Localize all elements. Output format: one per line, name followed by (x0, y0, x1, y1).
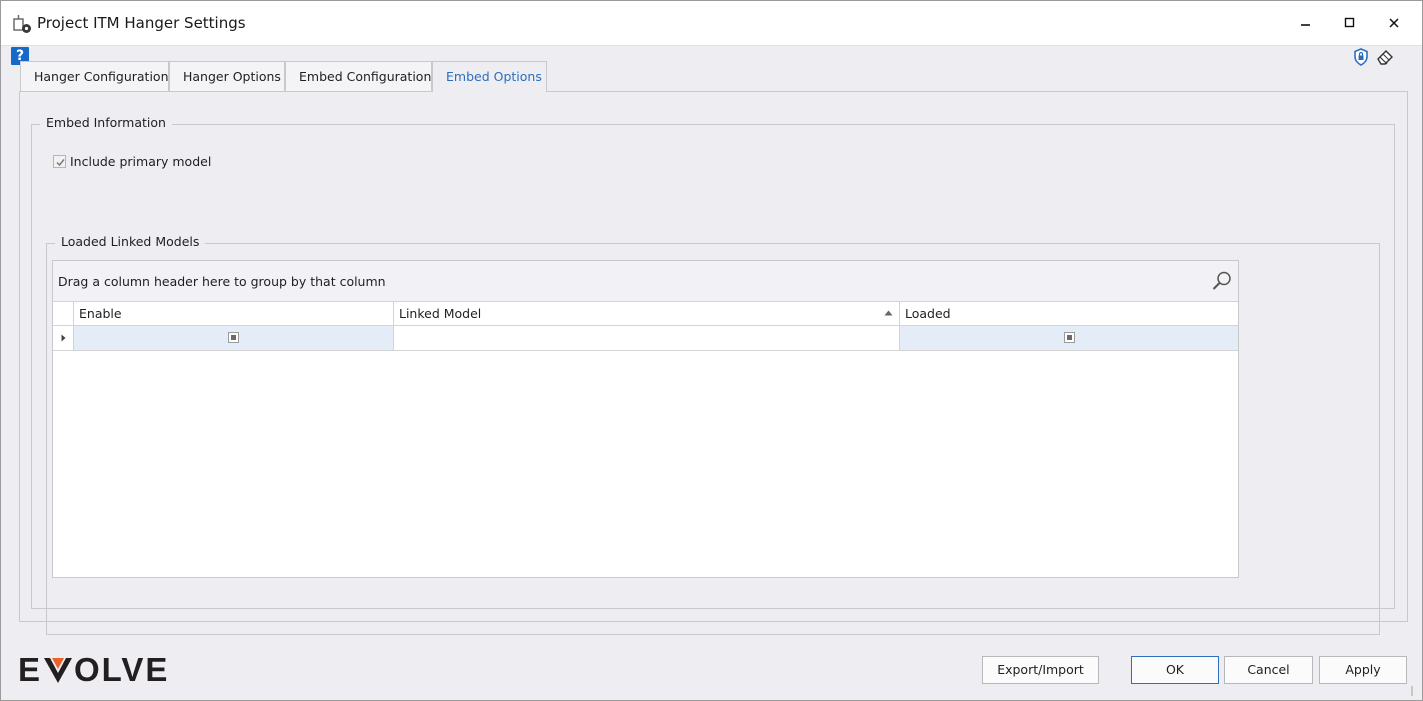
table-row[interactable] (53, 326, 1238, 351)
maximize-button[interactable] (1335, 9, 1365, 37)
group-panel-hint: Drag a column header here to group by th… (58, 274, 386, 289)
linked-model-cell[interactable] (394, 326, 900, 350)
row-indicator-header (53, 302, 74, 326)
export-import-button[interactable]: Export/Import (982, 656, 1099, 684)
column-header-linked-model[interactable]: Linked Model (394, 302, 900, 326)
row-indicator-cell[interactable] (53, 326, 74, 350)
settings-window: Project ITM Hanger Settings ? Hanger Con… (0, 0, 1423, 701)
app-settings-icon (13, 15, 31, 33)
close-icon (1389, 18, 1399, 28)
eraser-icon[interactable] (1375, 48, 1395, 66)
embed-information-group: Embed Information Include primary model … (31, 115, 1395, 635)
linked-models-grid: Drag a column header here to group by th… (52, 260, 1239, 578)
minimize-icon (1301, 24, 1310, 26)
column-header-linked-model-label: Linked Model (399, 306, 482, 321)
window-title: Project ITM Hanger Settings (37, 14, 246, 32)
column-header-enable[interactable]: Enable (74, 302, 394, 326)
enable-cell[interactable] (74, 326, 394, 350)
minimize-button[interactable] (1291, 9, 1321, 37)
include-primary-model-label: Include primary model (70, 153, 212, 169)
column-header-loaded[interactable]: Loaded (900, 302, 1238, 326)
logo-text-left: E (18, 651, 43, 688)
loaded-linked-models-group: Loaded Linked Models Drag a column heade… (46, 234, 1380, 635)
evolve-logo: E OLVE (18, 651, 170, 688)
include-primary-model-check[interactable] (53, 154, 66, 168)
include-primary-model-checkbox[interactable]: Include primary model (53, 153, 211, 169)
size-grip-icon[interactable] (1409, 685, 1421, 697)
loaded-checkbox[interactable] (1064, 332, 1075, 343)
title-bar: Project ITM Hanger Settings (1, 1, 1422, 46)
shield-icon[interactable] (1353, 48, 1369, 66)
tab-embed-configuration[interactable]: Embed Configuration (285, 61, 432, 91)
sort-ascending-icon (884, 310, 893, 316)
row-indicator-icon (61, 334, 66, 342)
ok-button[interactable]: OK (1131, 656, 1219, 684)
search-icon[interactable] (1211, 270, 1233, 292)
loaded-cell[interactable] (900, 326, 1238, 350)
cancel-button[interactable]: Cancel (1224, 656, 1313, 684)
tab-embed-options[interactable]: Embed Options (432, 61, 547, 92)
apply-button[interactable]: Apply (1319, 656, 1407, 684)
close-button[interactable] (1379, 9, 1409, 37)
enable-checkbox[interactable] (228, 332, 239, 343)
embed-information-title: Embed Information (40, 115, 172, 130)
group-by-panel[interactable]: Drag a column header here to group by th… (53, 261, 1238, 302)
tab-hanger-options[interactable]: Hanger Options (169, 61, 285, 91)
tab-hanger-configuration[interactable]: Hanger Configuration (20, 61, 169, 91)
maximize-icon (1344, 17, 1355, 28)
embed-options-page: Embed Information Include primary model … (19, 91, 1408, 635)
logo-v-mark (44, 658, 73, 683)
loaded-linked-models-title: Loaded Linked Models (55, 234, 206, 249)
logo-text-right: OLVE (74, 651, 170, 688)
checkmark-icon (56, 158, 65, 166)
